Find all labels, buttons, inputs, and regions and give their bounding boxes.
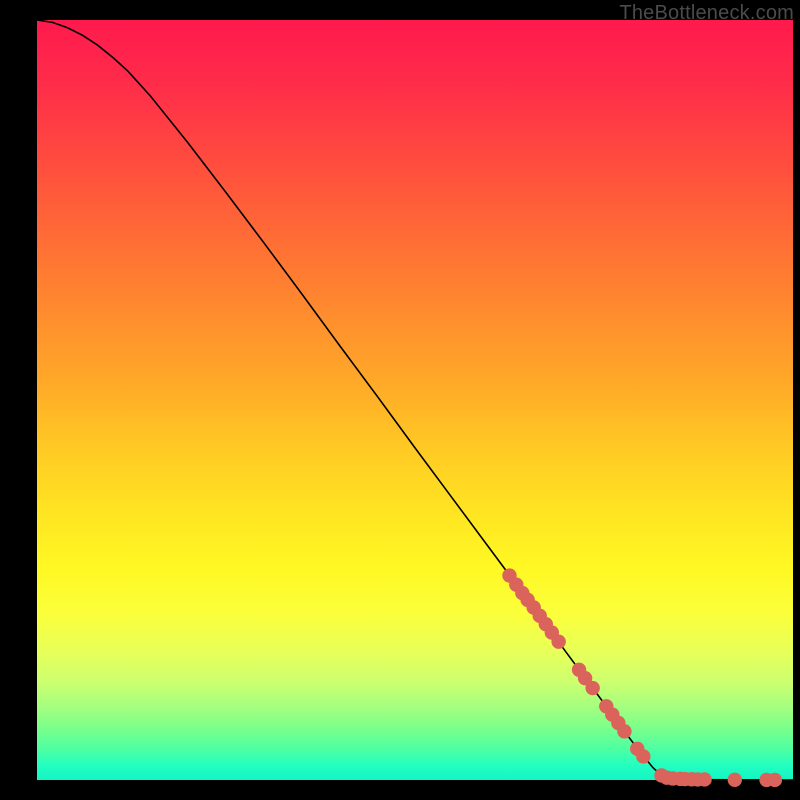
marker-point — [697, 772, 711, 786]
marker-point — [768, 773, 782, 787]
plot-area — [37, 20, 793, 780]
marker-point — [551, 634, 565, 648]
marker-point — [585, 681, 599, 695]
bottleneck-curve — [37, 20, 793, 780]
chart-frame: TheBottleneck.com — [0, 0, 800, 800]
marker-point — [617, 724, 631, 738]
marker-point — [636, 749, 650, 763]
curve-layer — [37, 20, 793, 780]
marker-point — [728, 773, 742, 787]
watermark-text: TheBottleneck.com — [619, 2, 794, 25]
highlight-markers — [502, 568, 782, 787]
